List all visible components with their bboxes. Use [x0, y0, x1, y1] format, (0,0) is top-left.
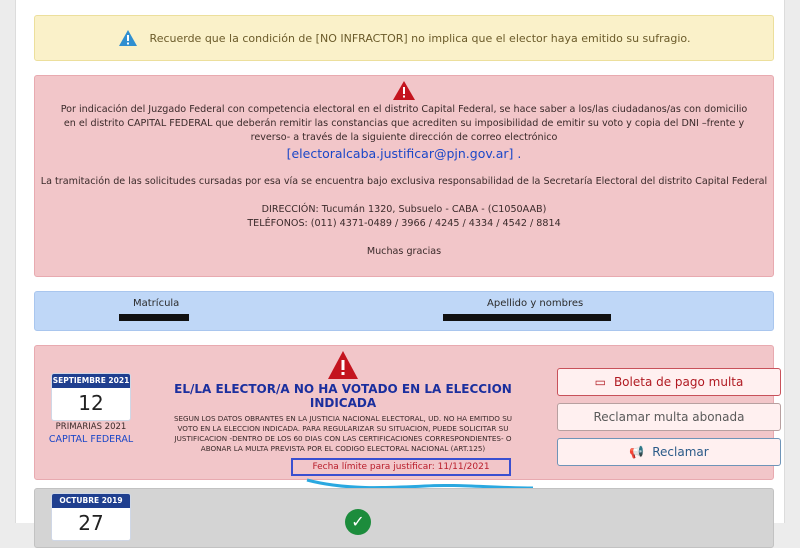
warning-triangle-icon [328, 351, 358, 379]
notice-text: Recuerde que la condición de [NO INFRACT… [149, 31, 691, 45]
phones-text: TELÉFONOS: (011) 4371-0489 / 3966 / 4245… [247, 218, 561, 229]
election-type: PRIMARIAS 2021 [55, 422, 127, 432]
election-record-2021: SEPTIEMBRE 2021 12 PRIMARIAS 2021 CAPITA… [34, 345, 781, 490]
matricula-label: Matrícula [133, 298, 180, 309]
nombre-label: Apellido y nombres [487, 298, 584, 309]
election-month: OCTUBRE 2019 [52, 494, 130, 508]
justification-deadline: Fecha límite para justificar: 11/11/2021 [291, 458, 511, 476]
matricula-redacted-value [119, 314, 189, 321]
warning-triangle-icon [118, 30, 137, 46]
elector-info-bar: Matrícula Apellido y nombres [34, 291, 774, 331]
record-status-body: SEGUN LOS DATOS OBRANTES EN LA JUSTICIA … [173, 414, 513, 453]
reclamar-multa-abonada-button[interactable]: Reclamar multa abonada [557, 403, 781, 431]
election-date-card: SEPTIEMBRE 2021 12 [51, 373, 131, 421]
warning-triangle-icon [393, 81, 415, 100]
nombre-redacted-value [443, 314, 611, 321]
boleta-pago-multa-button[interactable]: ▭ Boleta de pago multa [557, 368, 781, 396]
election-day: 12 [78, 391, 104, 415]
election-month: SEPTIEMBRE 2021 [52, 374, 130, 388]
money-bill-icon: ▭ [594, 375, 606, 389]
notice-no-infractor: Recuerde que la condición de [NO INFRACT… [34, 15, 774, 61]
responsibility-text: La tramitación de las solicitudes cursad… [40, 176, 768, 187]
election-district: CAPITAL FEDERAL [48, 434, 134, 445]
election-day: 27 [78, 511, 104, 535]
thanks-text: Muchas gracias [366, 246, 442, 257]
check-circle-icon: ✓ [345, 509, 371, 535]
notice-justification-instructions: Por indicación del Juzgado Federal con c… [34, 75, 774, 277]
megaphone-icon: 📢 [629, 445, 645, 459]
record-status: EL/LA ELECTOR/A NO HA VOTADO EN LA ELECC… [163, 350, 523, 454]
election-record-2019: OCTUBRE 2019 27 ✓ [34, 488, 774, 548]
address-text: DIRECCIÓN: Tucumán 1320, Subsuelo - CABA… [261, 204, 547, 215]
record-status-title: EL/LA ELECTOR/A NO HA VOTADO EN LA ELECC… [174, 382, 512, 410]
election-date-card: OCTUBRE 2019 27 [51, 493, 131, 541]
justification-email-link[interactable]: [electoralcaba.justificar@pjn.gov.ar] . [35, 147, 773, 161]
reclamar-button[interactable]: 📢 Reclamar [557, 438, 781, 466]
instructions-paragraph: Por indicación del Juzgado Federal con c… [60, 104, 748, 143]
page-container: Recuerde que la condición de [NO INFRACT… [15, 0, 785, 548]
